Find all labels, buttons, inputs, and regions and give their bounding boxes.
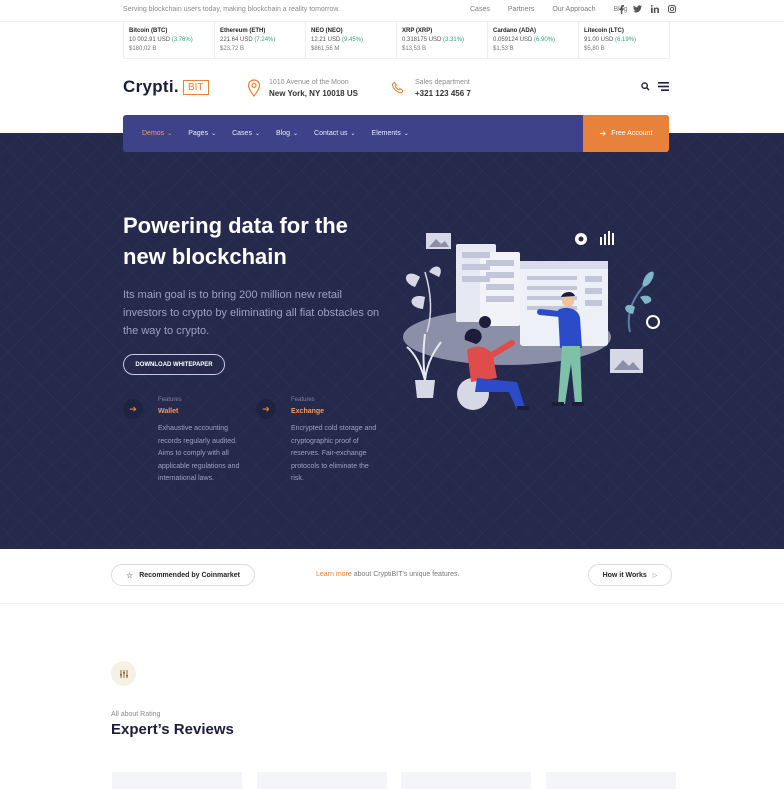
ticker-item: Bitcoin (BTC) 10 002.91 USD (3.76%) $180… [124, 22, 215, 58]
learn-more-text: Learn more about CryptiBIT’s unique feat… [316, 571, 460, 578]
how-it-works-button[interactable]: How it Works ▷ [588, 564, 672, 586]
sliders-icon [111, 661, 136, 686]
phone-block: Sales department +321 123 456 7 [415, 79, 471, 98]
nav-item-blog[interactable]: Blog ⌄ [276, 130, 298, 137]
ticker-item: Litecoin (LTC) 91.00 USD (6.19%) $5,80 B [579, 22, 670, 58]
ticker-item: Ethereum (ETH) 221.64 USD (7.24%) $23,72… [215, 22, 306, 58]
reviews-title: Expert’s Reviews [111, 721, 234, 738]
chevron-down-icon: ⌄ [350, 131, 356, 137]
header-actions [641, 82, 669, 91]
top-link-partners[interactable]: Partners [508, 6, 534, 13]
linkedin-icon[interactable] [650, 5, 659, 16]
review-card[interactable] [401, 772, 531, 789]
menu-icon[interactable] [658, 82, 669, 91]
search-icon[interactable] [641, 82, 650, 91]
hero-title: Powering data for the new blockchain [123, 213, 348, 269]
instagram-icon[interactable] [668, 5, 676, 16]
nav-item-elements[interactable]: Elements ⌄ [372, 130, 409, 137]
hero-subtitle: Its main goal is to bring 200 million ne… [123, 289, 380, 337]
nav-item-cases[interactable]: Cases ⌄ [232, 130, 260, 137]
phone-icon [391, 81, 404, 94]
chevron-down-icon: ⌄ [167, 131, 173, 137]
top-link-cases[interactable]: Cases [470, 6, 490, 13]
logo-word: Crypti. [123, 77, 179, 96]
ticker-item: NEO (NEO) 12.21 USD (9.45%) $861,56 M [306, 22, 397, 58]
twitter-icon[interactable] [633, 5, 642, 16]
play-icon: ▷ [652, 572, 658, 579]
arrow-right-icon: ➔ [256, 399, 276, 419]
social-links [619, 5, 676, 16]
free-account-button[interactable]: ➔ Free Account [583, 115, 669, 152]
price-ticker: Bitcoin (BTC) 10 002.91 USD (3.76%) $180… [123, 22, 670, 59]
top-link-approach[interactable]: Our Approach [552, 6, 595, 13]
features-strip: ☆ Recommended by Coinmarket Learn more a… [0, 549, 784, 604]
address-block: 1010 Avenue of the Moon New York, NY 100… [269, 79, 358, 98]
recommended-badge[interactable]: ☆ Recommended by Coinmarket [111, 564, 255, 586]
chevron-down-icon: ⌄ [293, 131, 299, 137]
review-card[interactable] [546, 772, 676, 789]
chevron-down-icon: ⌄ [254, 131, 260, 137]
arrow-right-icon: ➔ [599, 129, 607, 138]
facebook-icon[interactable] [619, 5, 624, 16]
arrow-right-icon: ➔ [123, 399, 143, 419]
nav-item-pages[interactable]: Pages ⌄ [188, 130, 216, 137]
download-whitepaper-button[interactable]: DOWNLOAD WHITEPAPER [123, 354, 225, 375]
ticker-item: XRP (XRP) 0.318175 USD (3.31%) $13,53 B [397, 22, 488, 58]
logo-box: BIT [182, 79, 209, 95]
review-card[interactable] [112, 772, 242, 789]
chevron-down-icon: ⌄ [211, 131, 217, 137]
learn-more-link[interactable]: Learn more [316, 571, 352, 578]
main-nav: Demos ⌄ Pages ⌄ Cases ⌄ Blog ⌄ Contact us ⌄ E… [123, 115, 669, 152]
tagline: Serving blockchain users today, making b… [123, 6, 340, 13]
map-pin-icon [247, 79, 261, 97]
ticker-item: Cardano (ADA) 0.059124 USD (6.90%) $1,53… [488, 22, 579, 58]
review-card[interactable] [257, 772, 387, 789]
logo[interactable]: Crypti. BIT [123, 77, 209, 97]
nav-item-demos[interactable]: Demos ⌄ [142, 130, 172, 137]
star-icon: ☆ [126, 570, 134, 580]
reviews-kicker: All about Rating [111, 711, 161, 718]
chevron-down-icon: ⌄ [403, 131, 409, 137]
hero-illustration [403, 231, 660, 410]
top-bar: Serving blockchain users today, making b… [0, 0, 784, 22]
nav-item-contact[interactable]: Contact us ⌄ [314, 130, 356, 137]
